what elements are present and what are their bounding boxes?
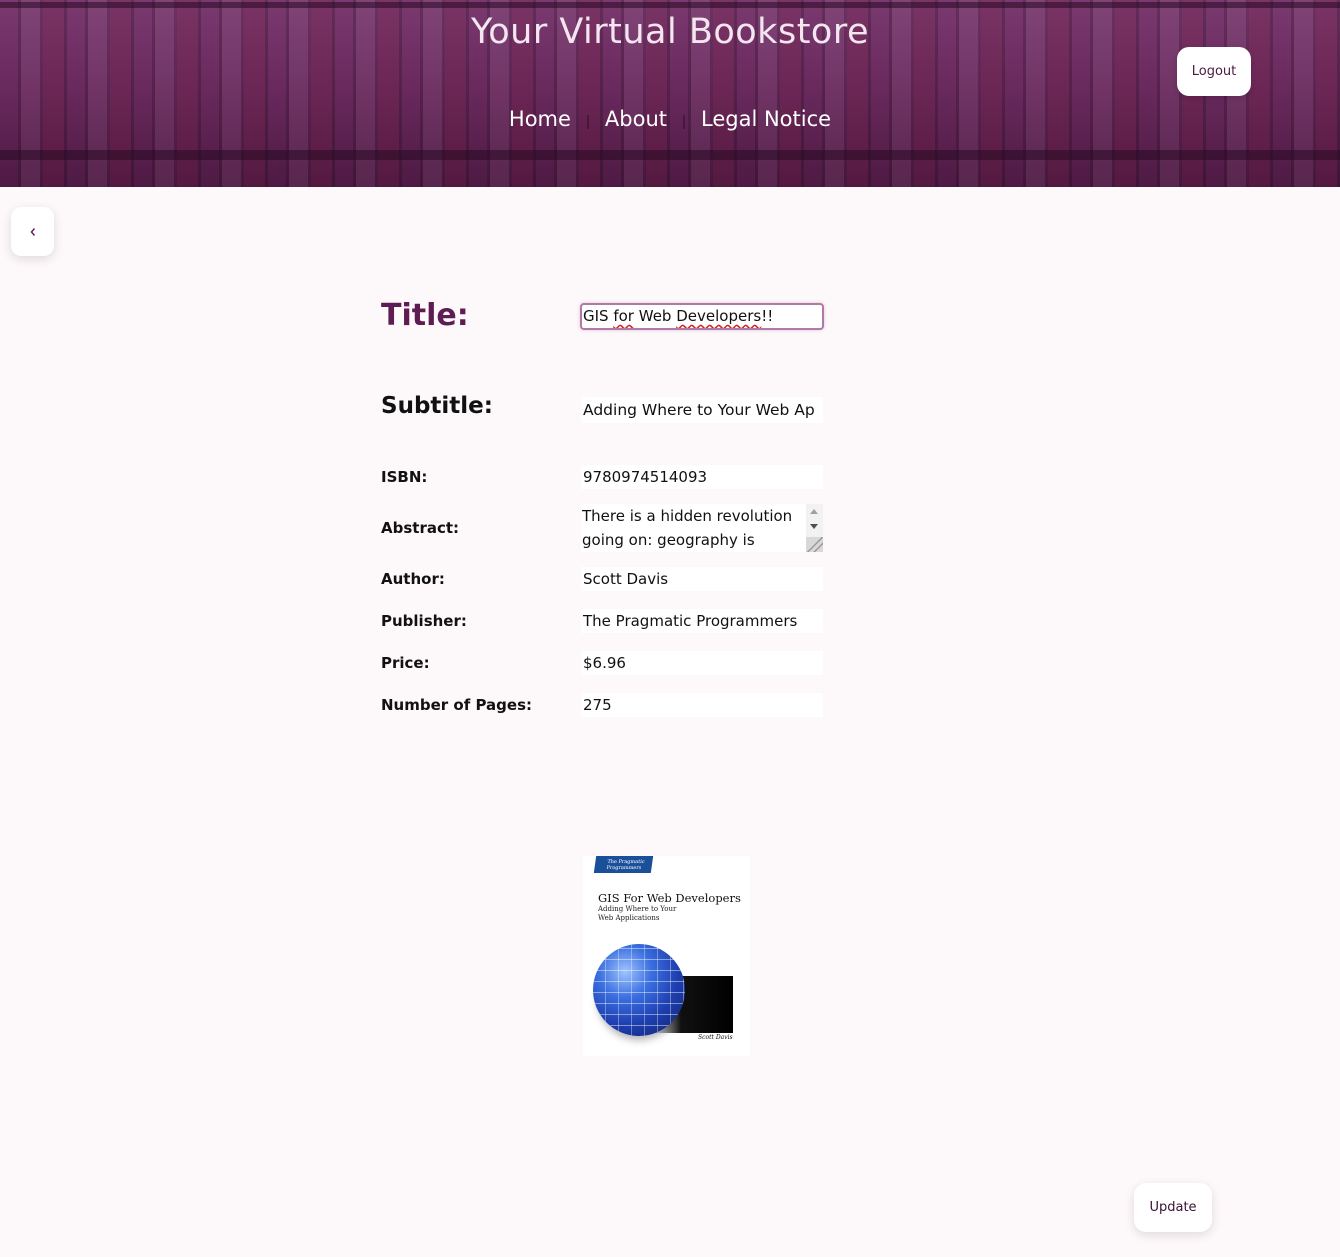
pages-field[interactable]: 275	[581, 693, 823, 717]
isbn-field[interactable]: 9780974514093	[581, 465, 823, 489]
cover-author: Scott Davis	[698, 1034, 733, 1041]
subtitle-field[interactable]: Adding Where to Your Web Ap	[581, 397, 823, 423]
back-button[interactable]	[11, 207, 54, 256]
cover-title: GIS For Web Developers	[598, 891, 741, 905]
nav-home-link[interactable]: Home	[493, 107, 587, 131]
title-text-misspelled: for	[613, 307, 634, 325]
subtitle-label: Subtitle:	[381, 393, 493, 419]
shelf-divider	[0, 150, 1340, 160]
shelf-divider	[0, 2, 1340, 8]
logout-button[interactable]: Logout	[1177, 47, 1251, 96]
update-button[interactable]: Update	[1134, 1183, 1212, 1232]
publisher-label: Publisher:	[381, 612, 467, 630]
abstract-label: Abstract:	[381, 519, 460, 537]
title-text: Web	[633, 307, 677, 325]
isbn-label: ISBN:	[381, 468, 428, 486]
site-header: Your Virtual Bookstore Home About Legal …	[0, 0, 1340, 187]
author-field[interactable]: Scott Davis	[581, 567, 823, 591]
cover-subtitle: Adding Where to Your Web Applications	[598, 905, 677, 922]
resize-grip-icon[interactable]	[806, 537, 823, 552]
author-label: Author:	[381, 570, 445, 588]
globe-icon	[593, 944, 685, 1036]
title-text: GIS	[583, 307, 614, 325]
book-cover-image: The Pragmatic Programmers GIS For Web De…	[583, 856, 750, 1056]
title-text: !!	[761, 307, 774, 325]
title-text-misspelled: Developers	[676, 307, 762, 325]
title-input[interactable]: GIS for Web Developers!!	[580, 303, 824, 330]
main-nav: Home About Legal Notice	[0, 107, 1340, 131]
title-label: Title:	[381, 298, 469, 333]
cover-publisher-banner: The Pragmatic Programmers	[593, 856, 654, 873]
publisher-field[interactable]: The Pragmatic Programmers	[581, 609, 823, 633]
price-label: Price:	[381, 654, 430, 672]
scroll-up-icon[interactable]	[810, 509, 818, 514]
abstract-text: There is a hidden revolution going on: g…	[582, 507, 793, 549]
site-title: Your Virtual Bookstore	[471, 12, 869, 52]
abstract-textarea[interactable]: There is a hidden revolution going on: g…	[581, 504, 823, 552]
pages-label: Number of Pages:	[381, 696, 532, 714]
scroll-down-icon[interactable]	[810, 524, 818, 529]
nav-legal-notice-link[interactable]: Legal Notice	[685, 107, 847, 131]
chevron-left-icon	[30, 227, 35, 236]
nav-about-link[interactable]: About	[589, 107, 683, 131]
abstract-scrollbar[interactable]	[806, 504, 823, 552]
price-field[interactable]: $6.96	[581, 651, 823, 675]
